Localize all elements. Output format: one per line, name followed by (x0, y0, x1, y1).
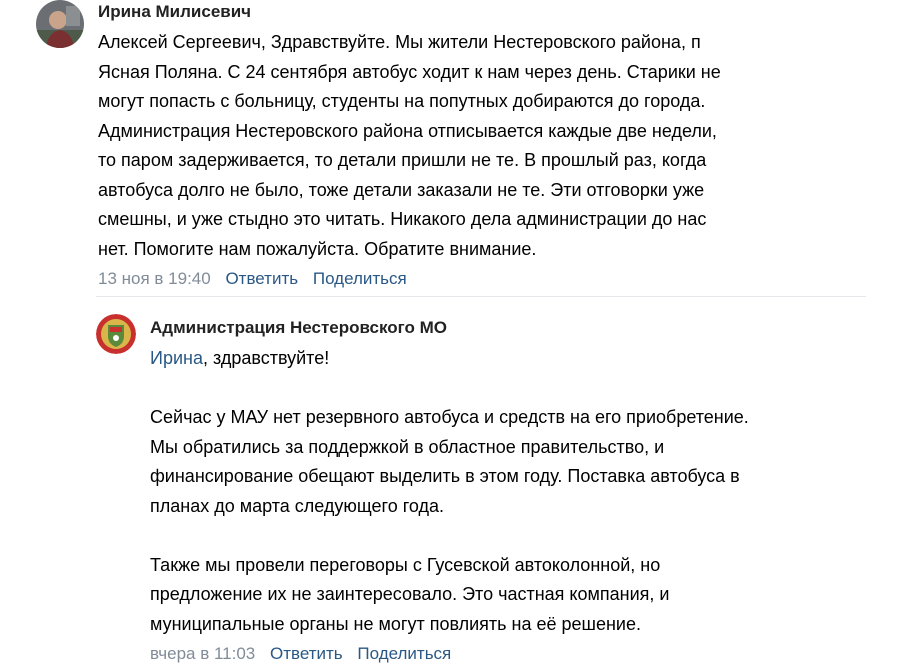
text-line: могут попасть с больницу, студенты на по… (98, 91, 706, 111)
text-line: Мы обратились за поддержкой в областное … (150, 436, 665, 457)
comment-meta: 13 ноя в 19:40 Ответить Поделиться (98, 266, 878, 292)
comment-divider (96, 296, 866, 297)
share-button[interactable]: Поделиться (357, 644, 451, 663)
org-avatar[interactable] (96, 314, 136, 354)
comment-body: Ирина Милисевич Алексей Сергеевич, Здрав… (98, 0, 878, 292)
text-line: то паром задерживается, то детали пришли… (98, 150, 707, 170)
greeting-text: , здравствуйте! (202, 348, 330, 368)
text-line: финансирование обещают выделить в этом г… (150, 466, 740, 486)
text-line: Также мы провели переговоры с Гусевской … (150, 554, 661, 575)
text-line: нет. Помогите нам пожалуйста. Обратите в… (98, 238, 537, 259)
reply-button[interactable]: Ответить (225, 269, 298, 288)
paragraph: Сейчас у МАУ нет резервного автобуса и с… (150, 403, 880, 521)
comment-text: Ирина, здравствуйте! Сейчас у МАУ нет ре… (150, 344, 880, 639)
comment-text: Алексей Сергеевич, Здравствуйте. Мы жите… (98, 28, 878, 264)
text-line: Администрация Нестеровского района отпис… (98, 120, 717, 141)
paragraph: Также мы провели переговоры с Гусевской … (150, 551, 880, 640)
comment-date[interactable]: 13 ноя в 19:40 (98, 269, 211, 288)
text-line: автобуса долго не было, тоже детали зака… (98, 179, 705, 200)
comment-author[interactable]: Администрация Нестеровского МО (150, 316, 880, 340)
comment-meta: вчера в 11:03 Ответить Поделиться (150, 641, 880, 667)
comment-body: Администрация Нестеровского МО Ирина, зд… (150, 310, 880, 667)
user-avatar[interactable] (36, 0, 84, 48)
mention-link[interactable]: Ирина (150, 348, 203, 368)
text-line: Ясная Поляна. С 24 сентября автобус ходи… (98, 61, 721, 82)
greeting-line: Ирина, здравствуйте! (150, 344, 880, 374)
text-line: смешны, и уже стыдно это читать. Никаког… (98, 209, 707, 229)
text-line: планах до марта следующего года. (150, 495, 445, 516)
text-line: предложение их не заинтересовало. Это ча… (150, 584, 670, 604)
reply-button[interactable]: Ответить (270, 644, 343, 663)
share-button[interactable]: Поделиться (313, 269, 407, 288)
user-avatar-photo (36, 0, 84, 48)
comment-date[interactable]: вчера в 11:03 (150, 644, 255, 663)
coat-of-arms-avatar (96, 314, 136, 354)
text-line: Сейчас у МАУ нет резервного автобуса и с… (150, 407, 749, 427)
text-line: муниципальные органы не могут повлиять н… (150, 613, 641, 634)
text-line: Алексей Сергеевич, Здравствуйте. Мы жите… (98, 32, 701, 52)
comment-author[interactable]: Ирина Милисевич (98, 0, 878, 24)
